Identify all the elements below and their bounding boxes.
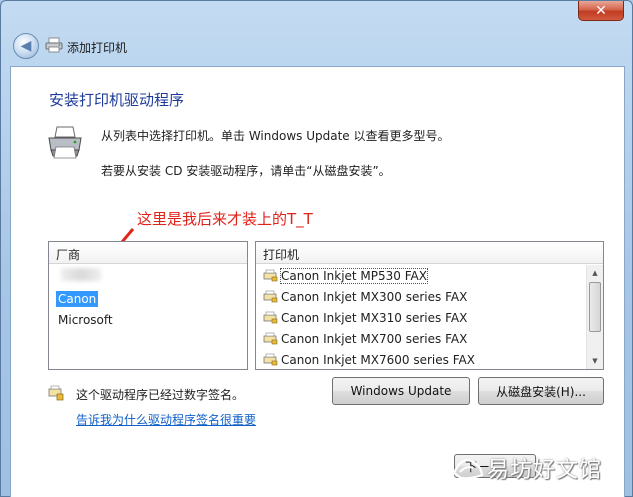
- watermark-logo-icon: [452, 459, 484, 480]
- have-disk-button[interactable]: 从磁盘安装(H)...: [478, 377, 604, 405]
- printer-name: Canon Inkjet MP530 FAX: [280, 267, 428, 284]
- driver-signed-text: 这个驱动程序已经过数字签名。: [76, 388, 245, 402]
- printer-column-header[interactable]: 打印机: [256, 242, 603, 264]
- manufacturer-item-microsoft[interactable]: Microsoft: [56, 312, 115, 328]
- manufacturer-column-header[interactable]: 厂商: [49, 242, 247, 264]
- printer-list-item[interactable]: Canon Inkjet MX700 series FAX: [256, 328, 587, 349]
- printer-name: Canon Inkjet MX7600 series FAX: [281, 352, 475, 367]
- printer-list-item[interactable]: Canon Inkjet MX310 series FAX: [256, 307, 587, 328]
- printer-name: Canon Inkjet MX310 series FAX: [281, 310, 468, 325]
- annotation-text: 这里是我后来才装上的T_T: [137, 210, 313, 228]
- printer-list-item[interactable]: Canon Inkjet MP530 FAX: [256, 265, 587, 286]
- instruction-text-2: 若要从安装 CD 安装驱动程序，请单击“从磁盘安装”。: [101, 164, 391, 178]
- printer-list[interactable]: 打印机 Canon Inkjet MP530 FAX Canon Inkjet …: [255, 241, 604, 370]
- instruction-text-1: 从列表中选择打印机。单击 Windows Update 以查看更多型号。: [101, 129, 450, 143]
- printer-name: Canon Inkjet MX700 series FAX: [281, 331, 468, 346]
- blurred-manufacturer-item: [61, 268, 101, 281]
- printer-large-icon: [48, 126, 82, 159]
- watermark-text: 易坊好文馆: [487, 458, 603, 483]
- close-icon: ✕: [595, 2, 607, 19]
- driver-signing-link[interactable]: 告诉我为什么驱动程序签名很重要: [76, 411, 256, 428]
- scrollbar-thumb[interactable]: [589, 282, 601, 332]
- printer-list-item[interactable]: Canon Inkjet MX300 series FAX: [256, 286, 587, 307]
- manufacturer-item-canon[interactable]: Canon: [56, 291, 99, 307]
- printer-list-items: Canon Inkjet MP530 FAX Canon Inkjet MX30…: [256, 265, 587, 369]
- manufacturer-list[interactable]: 厂商 Canon Microsoft: [48, 241, 248, 370]
- printer-driver-icon: [263, 353, 278, 366]
- scroll-up-icon[interactable]: ▲: [587, 265, 603, 281]
- printer-icon: [45, 37, 63, 53]
- printer-list-scrollbar[interactable]: ▲ ▼: [586, 265, 603, 369]
- close-button[interactable]: ✕: [578, 1, 624, 21]
- printer-driver-icon: [263, 332, 278, 345]
- windows-update-button[interactable]: Windows Update: [332, 377, 470, 405]
- back-arrow-icon: ◀: [20, 37, 32, 54]
- signed-driver-icon: [48, 385, 64, 401]
- wizard-content: 安装打印机驱动程序 从列表中选择打印机。单击 Windows Update 以查…: [10, 66, 625, 497]
- printer-driver-icon: [263, 290, 278, 303]
- scroll-down-icon[interactable]: ▼: [587, 353, 603, 369]
- window-frame: ✕ ◀ 添加打印机 安装打印机驱动程序 从列表中选择打印机。单击 Windows…: [0, 0, 633, 497]
- printer-driver-icon: [263, 269, 278, 282]
- printer-list-item[interactable]: Canon Inkjet MX7600 series FAX: [256, 349, 587, 369]
- printer-name: Canon Inkjet MX300 series FAX: [281, 289, 468, 304]
- page-heading: 安装打印机驱动程序: [49, 91, 185, 109]
- printer-driver-icon: [263, 311, 278, 324]
- window-title: 添加打印机: [67, 41, 128, 55]
- back-button[interactable]: ◀: [13, 33, 39, 59]
